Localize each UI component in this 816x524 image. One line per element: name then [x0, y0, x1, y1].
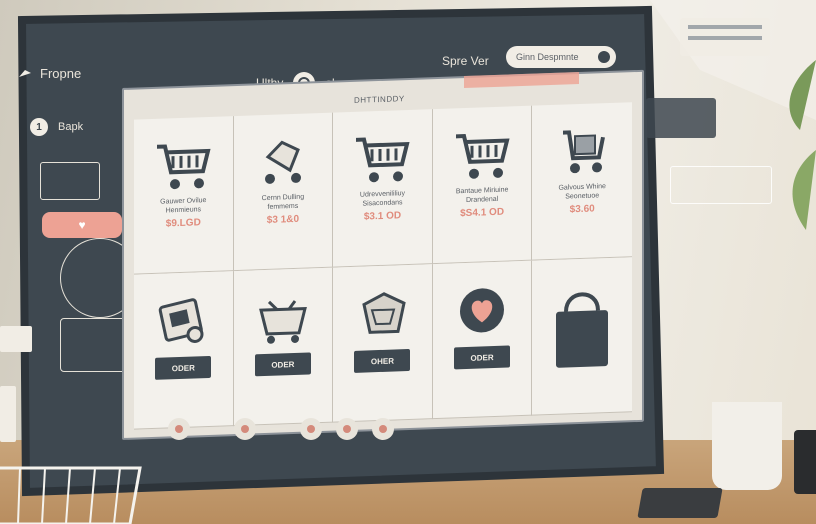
product-price: $3.1 OD	[363, 209, 402, 223]
heart-icon: ♥	[78, 218, 86, 232]
product-price: $S4.1 OD	[460, 206, 505, 219]
shopping-cart-icon	[452, 128, 512, 182]
product-card[interactable]	[532, 257, 632, 416]
pager-dot[interactable]	[300, 418, 322, 440]
shopping-cart-icon	[153, 139, 213, 193]
dot-icon	[379, 425, 387, 433]
desk-object	[637, 488, 723, 518]
mug	[794, 430, 816, 494]
shopping-cart-icon	[352, 132, 412, 186]
product-name: Udrevvenililiuy Sisacondans	[359, 190, 406, 208]
pager-dot[interactable]	[234, 418, 256, 440]
search-pill[interactable]: Ginn Despmnte	[506, 46, 616, 68]
plant-leaves-icon	[789, 60, 816, 230]
panel-title: DHTTINDDY	[354, 94, 405, 105]
sidebar-box-widget	[60, 318, 126, 372]
pager-divider	[270, 428, 286, 430]
window-line	[688, 25, 762, 29]
panel-highlight-tab[interactable]	[464, 72, 579, 89]
product-panel: DHTTINDDY Gauwer Ovilue Henmieuns $9.LGD …	[122, 69, 644, 448]
dot-icon	[241, 425, 249, 433]
dot-icon	[343, 425, 351, 433]
search-toggle-icon	[598, 51, 610, 63]
product-card[interactable]: OHER	[333, 264, 433, 423]
dot-icon	[175, 425, 183, 433]
product-name: Galvous Whine Seonetuoe	[558, 183, 606, 201]
product-card[interactable]: ODER	[233, 267, 334, 427]
brand-name: Fropne	[40, 66, 82, 81]
pager	[168, 418, 394, 440]
favorite-button[interactable]: ♥	[42, 212, 122, 238]
basket-icon	[255, 290, 311, 346]
window-line	[688, 36, 762, 40]
order-button[interactable]: OHER	[354, 348, 411, 373]
pencil-cup	[712, 402, 782, 490]
floating-window	[680, 18, 770, 56]
order-button[interactable]: ODER	[155, 355, 212, 380]
envelope-card-icon[interactable]	[40, 162, 100, 200]
scene: Fropne Ulthy oluoor Spre Ver Ginn Despmn…	[0, 0, 816, 524]
product-name: Cernn Dulling femmems	[261, 193, 305, 211]
gift-card-icon	[155, 294, 211, 350]
product-card[interactable]: ODER	[432, 260, 533, 420]
product-price: $3.60	[569, 202, 595, 215]
brand[interactable]: Fropne	[18, 66, 81, 81]
sidebar: 1 Bapk	[30, 118, 130, 136]
product-card[interactable]: Bantaue Miriuine Drandenal $S4.1 OD	[432, 105, 533, 265]
filled-cart-icon	[557, 125, 607, 179]
dot-icon	[307, 425, 315, 433]
pager-dot[interactable]	[336, 418, 358, 440]
shopping-bag-icon	[550, 280, 614, 372]
product-card[interactable]: Cernn Dulling femmems $3 1&0	[233, 112, 334, 272]
bird-logo-icon	[19, 69, 31, 77]
product-price: $3 1&0	[266, 213, 300, 226]
product-price: $9.LGD	[165, 216, 201, 229]
order-button[interactable]: ODER	[254, 352, 311, 377]
order-button[interactable]: ODER	[454, 345, 511, 370]
product-name: Bantaue Miriuine Drandenal	[455, 186, 509, 204]
product-card[interactable]: Gauwer Ovilue Henmieuns $9.LGD	[134, 116, 234, 275]
wire-basket-icon	[0, 466, 142, 524]
search-placeholder: Ginn Despmnte	[516, 52, 579, 62]
product-card[interactable]: ODER	[134, 271, 234, 430]
pager-dot[interactable]	[168, 418, 190, 440]
floating-outline-card	[670, 166, 772, 204]
product-panel-frame: DHTTINDDY Gauwer Ovilue Henmieuns $9.LGD …	[122, 69, 644, 440]
tag-icon	[258, 136, 308, 190]
product-card[interactable]: Galvous Whine Seonetuoe $3.60	[532, 102, 632, 261]
package-icon	[354, 287, 410, 343]
side-chip	[0, 386, 16, 442]
product-card[interactable]: Udrevvenililiuy Sisacondans $3.1 OD	[333, 109, 433, 268]
product-name: Gauwer Ovilue Henmieuns	[160, 197, 207, 215]
floating-card	[646, 98, 716, 138]
pager-divider	[204, 428, 220, 430]
nav-right-links[interactable]: Spre Ver	[442, 54, 489, 68]
sidebar-item-label: Bapk	[58, 121, 84, 133]
pager-dot[interactable]	[372, 418, 394, 440]
envelope-icon	[0, 326, 32, 352]
product-grid: Gauwer Ovilue Henmieuns $9.LGD Cernn Dull…	[134, 102, 632, 430]
heart-badge-icon	[454, 283, 510, 339]
sidebar-item[interactable]: 1 Bapk	[30, 118, 130, 136]
sidebar-item-number: 1	[30, 118, 48, 136]
